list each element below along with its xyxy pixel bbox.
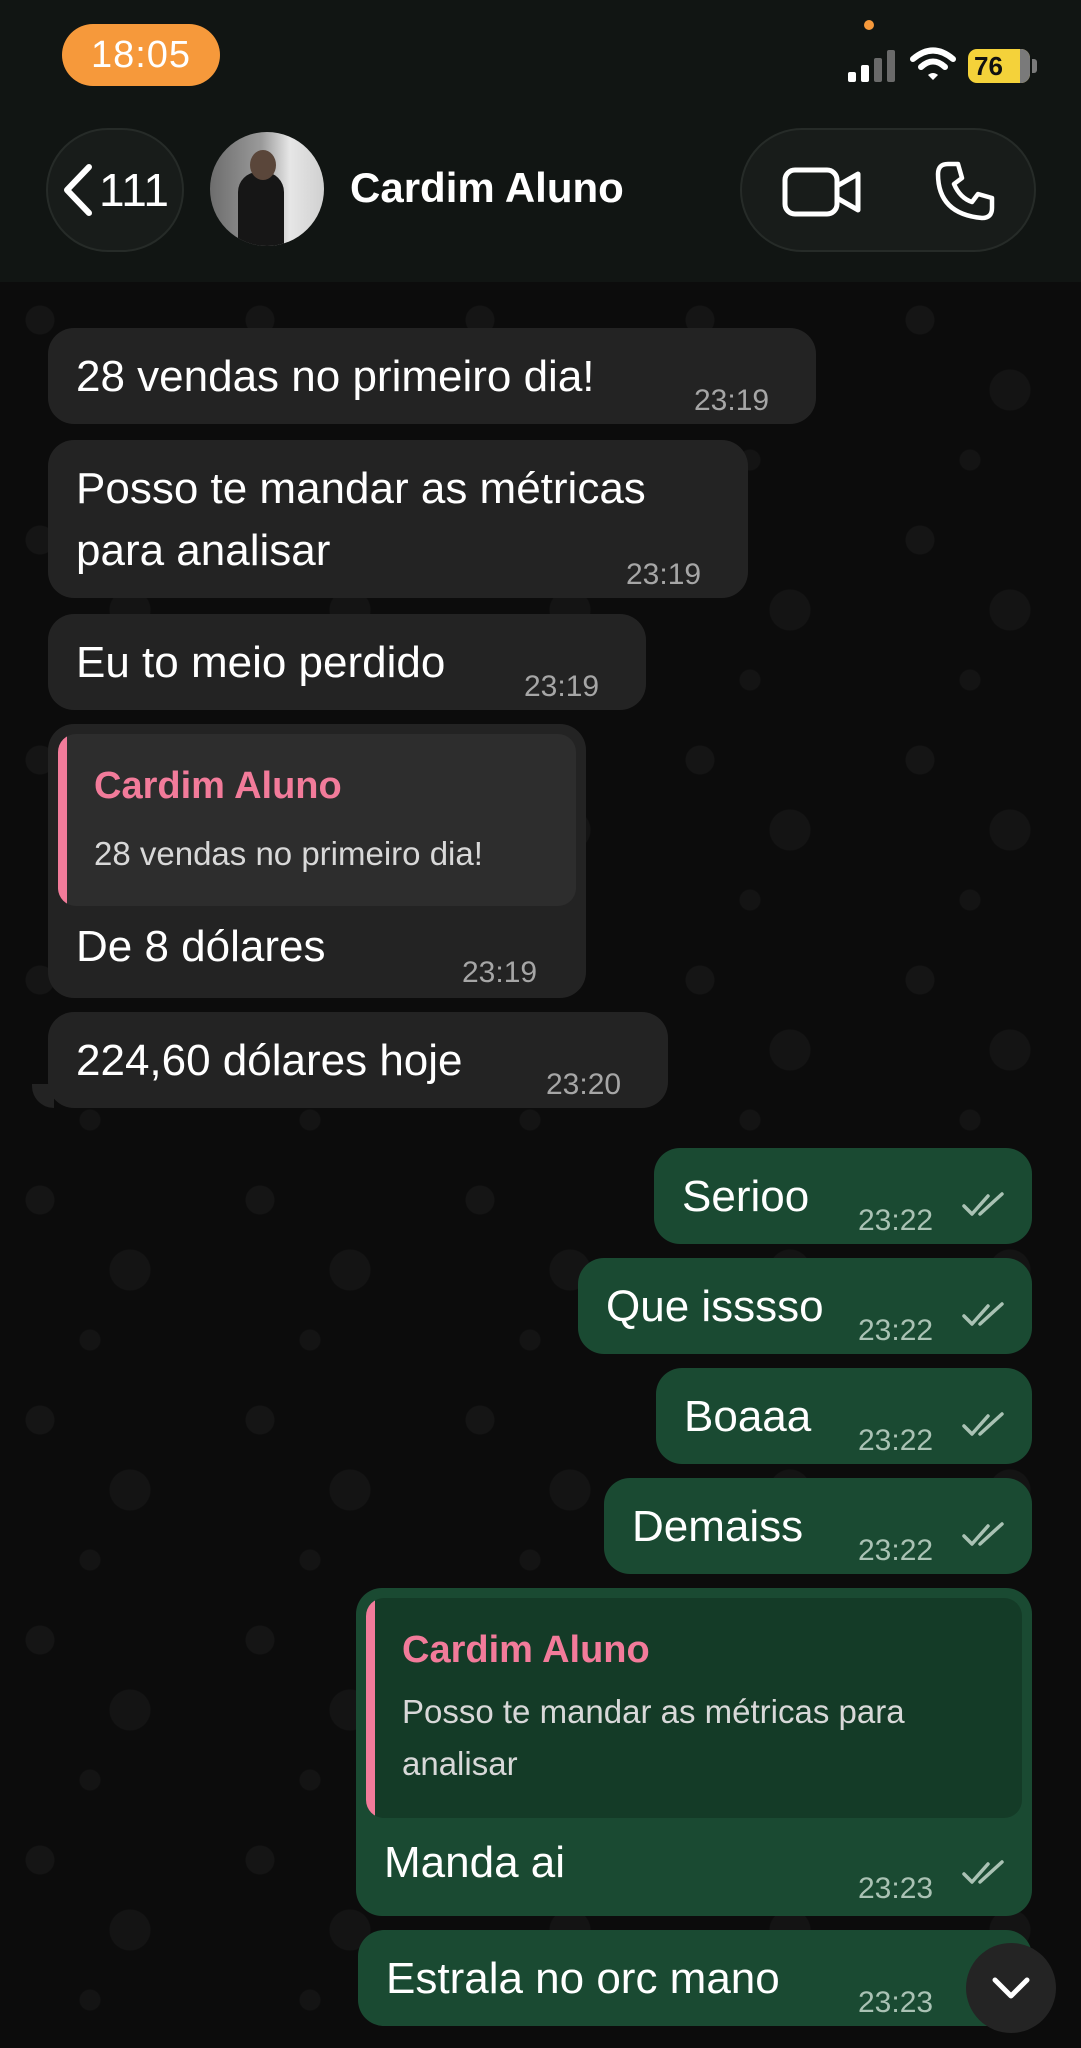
double-check-icon: [962, 1522, 1004, 1546]
quote-text-line: Posso te mandar as métricas para: [402, 1693, 905, 1730]
double-check-icon: [962, 1860, 1004, 1884]
mic-indicator-dot: [864, 20, 874, 30]
status-time[interactable]: 18:05: [62, 24, 220, 86]
quote-accent-bar: [58, 734, 67, 906]
battery-nub: [1032, 59, 1037, 73]
scroll-down-button[interactable]: [966, 1943, 1056, 2033]
message-bubble-incoming[interactable]: 28 vendas no primeiro dia! 23:19: [48, 328, 816, 424]
message-bubble-outgoing-reply[interactable]: Cardim Aluno Posso te mandar as métricas…: [356, 1588, 1032, 1916]
message-bubble-incoming[interactable]: Posso te mandar as métricas para analisa…: [48, 440, 748, 598]
message-text: Eu to meio perdido: [76, 638, 446, 687]
message-bubble-incoming[interactable]: Eu to meio perdido 23:19: [48, 614, 646, 710]
double-check-icon: [962, 1302, 1004, 1326]
message-text: Manda ai: [384, 1838, 566, 1887]
message-text: Que isssso: [606, 1282, 824, 1331]
message-time: 23:22: [858, 1314, 934, 1347]
message-text-line: para analisar: [76, 526, 331, 575]
message-time: 23:22: [858, 1424, 934, 1457]
back-button[interactable]: 111: [46, 128, 184, 252]
message-bubble-outgoing[interactable]: Demaiss 23:22: [604, 1478, 1032, 1574]
message-text: Serioo: [682, 1172, 810, 1221]
message-text: Estrala no orc mano: [386, 1954, 780, 2003]
message-time: 23:19: [462, 956, 538, 989]
message-text: 28 vendas no primeiro dia!: [76, 352, 595, 401]
call-actions: [740, 128, 1036, 252]
message-bubble-outgoing[interactable]: Que isssso 23:22: [578, 1258, 1032, 1354]
battery-icon: 76: [968, 49, 1030, 83]
message-bubble-incoming-reply[interactable]: Cardim Aluno 28 vendas no primeiro dia! …: [48, 724, 586, 998]
message-time: 23:23: [858, 1986, 934, 2019]
unread-count: 111: [99, 164, 169, 216]
back-chevron-icon: [64, 164, 93, 216]
message-time: 23:19: [694, 384, 770, 417]
battery-level: 76: [974, 51, 1003, 81]
message-text: Boaaa: [684, 1392, 812, 1441]
phone-icon[interactable]: [934, 160, 996, 222]
message-time: 23:20: [546, 1068, 622, 1101]
quote-text: 28 vendas no primeiro dia!: [94, 835, 483, 872]
message-text: De 8 dólares: [76, 922, 326, 971]
message-bubble-outgoing[interactable]: Serioo 23:22: [654, 1148, 1032, 1244]
double-check-icon: [962, 1192, 1004, 1216]
quote-text-line: analisar: [402, 1745, 518, 1782]
contact-name[interactable]: Cardim Aluno: [350, 164, 624, 212]
avatar[interactable]: [210, 132, 324, 246]
quote-author: Cardim Aluno: [94, 765, 342, 807]
message-bubble-outgoing[interactable]: Estrala no orc mano 23:23: [358, 1930, 1032, 2026]
status-bar: 18:05 76: [0, 0, 1081, 120]
message-time: 23:22: [858, 1534, 934, 1567]
signal-icon: [848, 50, 895, 82]
message-time: 23:19: [626, 558, 702, 591]
double-check-icon: [962, 1412, 1004, 1436]
message-text: 224,60 dólares hoje: [76, 1036, 463, 1085]
message-text-line: Posso te mandar as métricas: [76, 464, 646, 513]
chevron-down-icon: [992, 1977, 1030, 1999]
message-time: 23:23: [858, 1872, 934, 1905]
video-camera-icon[interactable]: [782, 164, 862, 220]
quote-author: Cardim Aluno: [402, 1629, 650, 1671]
message-time: 23:19: [524, 670, 600, 703]
wifi-icon: [910, 47, 956, 80]
message-text: Demaiss: [632, 1502, 804, 1551]
quoted-message[interactable]: Cardim Aluno 28 vendas no primeiro dia!: [58, 734, 576, 906]
chat-header: 111 Cardim Aluno: [0, 120, 1081, 282]
quote-accent-bar: [366, 1598, 375, 1818]
message-bubble-outgoing[interactable]: Boaaa 23:22: [656, 1368, 1032, 1464]
quoted-message[interactable]: Cardim Aluno Posso te mandar as métricas…: [366, 1598, 1022, 1818]
message-bubble-incoming[interactable]: 224,60 dólares hoje 23:20: [48, 1012, 668, 1108]
message-time: 23:22: [858, 1204, 934, 1237]
